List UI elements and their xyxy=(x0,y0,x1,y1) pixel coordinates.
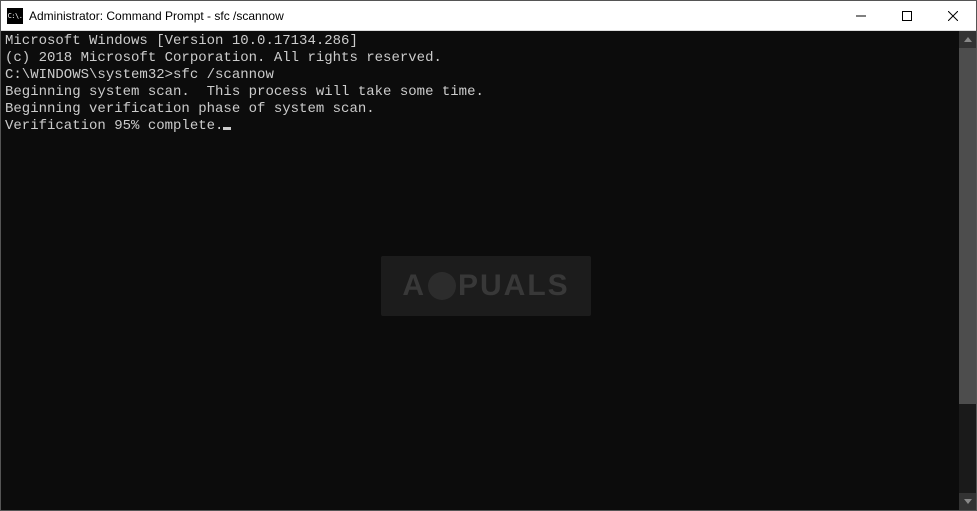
scroll-thumb[interactable] xyxy=(959,48,976,404)
window-title: Administrator: Command Prompt - sfc /sca… xyxy=(29,9,838,23)
window-controls xyxy=(838,1,976,30)
scroll-track[interactable] xyxy=(959,48,976,493)
titlebar[interactable]: C:\. Administrator: Command Prompt - sfc… xyxy=(1,1,976,31)
console-area: Microsoft Windows [Version 10.0.17134.28… xyxy=(1,31,976,510)
console-line: Beginning verification phase of system s… xyxy=(5,101,955,118)
console-line: (c) 2018 Microsoft Corporation. All righ… xyxy=(5,50,955,67)
close-button[interactable] xyxy=(930,1,976,30)
console-line: Verification 95% complete. xyxy=(5,118,955,135)
maximize-button[interactable] xyxy=(884,1,930,30)
console-line: C:\WINDOWS\system32>sfc /scannow xyxy=(5,67,955,84)
scroll-up-button[interactable] xyxy=(959,31,976,48)
scroll-down-button[interactable] xyxy=(959,493,976,510)
console-output[interactable]: Microsoft Windows [Version 10.0.17134.28… xyxy=(1,31,959,510)
console-line: Beginning system scan. This process will… xyxy=(5,84,955,101)
vertical-scrollbar[interactable] xyxy=(959,31,976,510)
command-prompt-window: C:\. Administrator: Command Prompt - sfc… xyxy=(0,0,977,511)
minimize-button[interactable] xyxy=(838,1,884,30)
text-cursor xyxy=(223,127,231,130)
system-menu-icon[interactable]: C:\. xyxy=(7,8,23,24)
console-line: Microsoft Windows [Version 10.0.17134.28… xyxy=(5,33,955,50)
